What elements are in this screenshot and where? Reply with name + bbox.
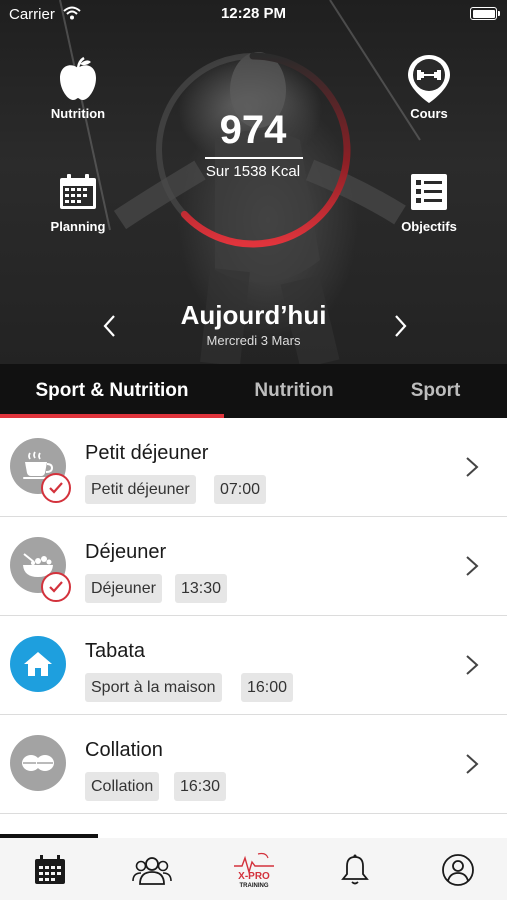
item-category-badge: Collation — [85, 772, 160, 801]
calorie-divider — [205, 157, 303, 159]
profile-icon — [442, 854, 474, 886]
cours-shortcut[interactable]: Cours — [384, 55, 474, 121]
objectifs-shortcut[interactable]: Objectifs — [384, 168, 474, 234]
item-time-badge: 16:00 — [241, 673, 294, 702]
tab-sport-nutrition[interactable]: Sport & Nutrition — [0, 364, 224, 418]
list-item[interactable]: Tabata Sport à la maison 16:00 — [0, 616, 507, 715]
item-category-badge: Sport à la maison — [85, 673, 222, 702]
list-item[interactable]: Collation Collation 16:30 — [0, 715, 507, 814]
community-icon — [132, 857, 172, 885]
planning-label: Planning — [50, 219, 106, 234]
nutrition-shortcut[interactable]: Nutrition — [33, 55, 123, 121]
chevron-right-icon — [466, 457, 479, 477]
xpro-training-logo: X-PRO TRAINING — [234, 852, 274, 889]
community-tab[interactable] — [132, 850, 172, 890]
item-time-badge: 16:30 — [174, 772, 227, 801]
home-icon — [10, 636, 66, 692]
chevron-right-icon — [466, 655, 479, 675]
apple-icon — [60, 56, 96, 100]
planning-shortcut[interactable]: Planning — [33, 168, 123, 234]
bell-icon — [341, 854, 369, 885]
macaron-icon — [10, 735, 66, 791]
hero-banner: Carrier 12:28 PM Nutrition Cours Plannin… — [0, 0, 507, 364]
list-item[interactable]: Petit déjeuner Petit déjeuner 07:00 — [0, 418, 507, 517]
nutrition-label: Nutrition — [50, 106, 106, 121]
item-title: Tabata — [85, 640, 146, 662]
planning-calendar-icon — [60, 174, 96, 209]
calorie-goal: Sur 1538 Kcal — [205, 163, 301, 180]
item-title: Déjeuner — [85, 541, 167, 563]
list-item[interactable]: Déjeuner Déjeuner 13:30 — [0, 517, 507, 616]
category-tabs: Sport & Nutrition Nutrition Sport — [0, 364, 507, 418]
svg-text:TRAINING: TRAINING — [240, 883, 269, 889]
bottom-tab-bar: X-PRO TRAINING — [0, 838, 507, 900]
day-date: Mercredi 3 Mars — [206, 333, 301, 348]
xpro-training-tab[interactable]: X-PRO TRAINING — [228, 850, 280, 890]
completed-check-icon — [41, 473, 71, 503]
item-title: Collation — [85, 739, 163, 761]
battery-icon — [470, 7, 500, 20]
notifications-tab[interactable] — [335, 850, 375, 890]
status-bar: Carrier 12:28 PM — [0, 0, 507, 30]
chevron-right-icon — [466, 754, 479, 774]
objectifs-label: Objectifs — [401, 219, 457, 234]
item-category-badge: Petit déjeuner — [85, 475, 196, 504]
item-title: Petit déjeuner — [85, 442, 209, 464]
day-title: Aujourd’hui — [180, 300, 327, 330]
svg-text:X-PRO: X-PRO — [238, 871, 270, 882]
item-time-badge: 13:30 — [175, 574, 228, 603]
item-category-badge: Déjeuner — [85, 574, 162, 603]
next-day-chevron-icon[interactable] — [390, 313, 410, 339]
completed-check-icon — [41, 572, 71, 602]
chevron-right-icon — [466, 556, 479, 576]
activity-list: Petit déjeuner Petit déjeuner 07:00 Déje… — [0, 418, 507, 814]
profile-tab[interactable] — [438, 850, 478, 890]
checklist-icon — [411, 174, 447, 210]
tab-sport[interactable]: Sport — [364, 364, 507, 418]
calorie-value: 974 — [219, 108, 287, 152]
cours-label: Cours — [410, 106, 448, 121]
calendar-icon — [35, 855, 65, 884]
dumbbell-pin-icon — [408, 55, 450, 103]
calendar-tab[interactable] — [30, 850, 70, 890]
tab-nutrition[interactable]: Nutrition — [224, 364, 364, 418]
item-time-badge: 07:00 — [214, 475, 267, 504]
status-time: 12:28 PM — [220, 5, 287, 22]
